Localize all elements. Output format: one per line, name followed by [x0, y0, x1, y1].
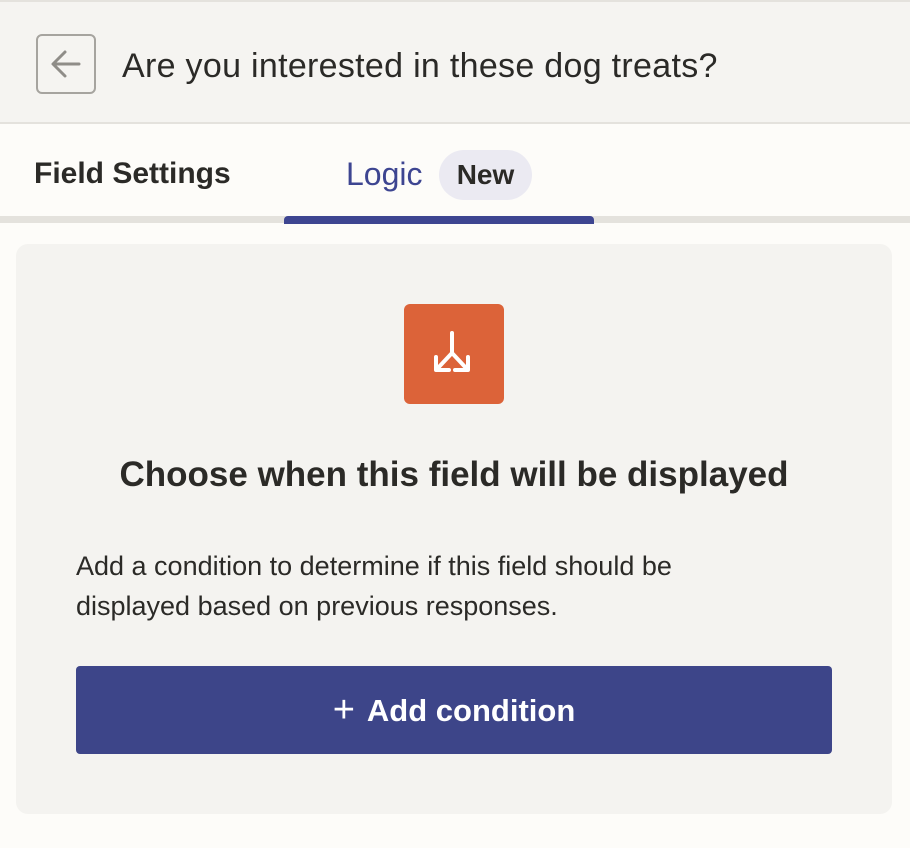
tab-field-settings[interactable]: Field Settings	[34, 154, 231, 194]
plus-icon: +	[332, 689, 355, 731]
panel-description: Add a condition to determine if this fie…	[76, 551, 672, 621]
logic-panel: Choose when this field will be displayed…	[16, 244, 892, 814]
new-badge: New	[439, 150, 532, 200]
tab-logic[interactable]: Logic New	[284, 146, 594, 224]
header: Are you interested in these dog treats?	[0, 0, 910, 124]
tab-logic-label: Logic	[346, 156, 423, 192]
add-condition-label: Add condition	[366, 692, 576, 728]
back-button[interactable]	[36, 34, 96, 94]
arrow-left-icon	[51, 50, 81, 78]
split-arrows-icon	[404, 304, 504, 404]
page-title: Are you interested in these dog treats?	[122, 47, 718, 85]
tab-bar: Field Settings Logic New	[0, 124, 910, 224]
active-tab-indicator	[284, 216, 594, 224]
panel-title: Choose when this field will be displayed	[119, 455, 789, 494]
add-condition-button[interactable]: + Add condition	[76, 666, 832, 754]
